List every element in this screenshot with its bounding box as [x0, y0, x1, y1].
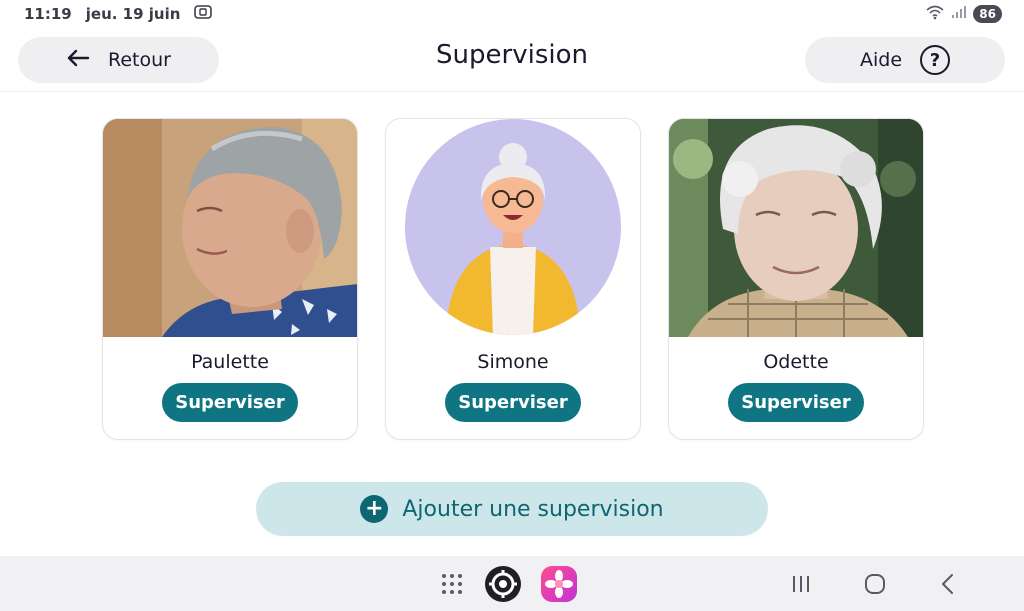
app-drawer-icon[interactable] — [440, 572, 464, 600]
supervise-button-paulette[interactable]: Superviser — [162, 383, 298, 422]
person-name: Odette — [763, 351, 829, 373]
battery-indicator: 86 — [973, 5, 1002, 23]
home-icon[interactable] — [864, 573, 886, 599]
help-label: Aide — [859, 49, 903, 71]
wifi-icon — [925, 4, 945, 24]
person-name: Paulette — [191, 351, 269, 373]
status-time: 11:19 — [24, 5, 72, 23]
supervise-button-odette[interactable]: Superviser — [728, 383, 864, 422]
add-supervision-button[interactable]: + Ajouter une supervision — [256, 482, 768, 536]
signal-icon — [951, 5, 967, 23]
paulette-photo — [103, 119, 357, 337]
odette-photo — [669, 119, 923, 337]
system-nav-bar — [0, 556, 1024, 611]
top-bar: Retour Supervision Aide ? — [0, 28, 1024, 92]
help-button[interactable]: Aide ? — [805, 37, 1005, 83]
person-name: Simone — [477, 351, 549, 373]
person-card-paulette: Paulette Superviser — [102, 118, 358, 440]
recents-icon[interactable] — [791, 574, 811, 598]
settings-app-icon[interactable] — [484, 565, 522, 607]
question-icon: ? — [920, 45, 951, 75]
back-icon[interactable] — [940, 573, 956, 599]
supervise-button-simone[interactable]: Superviser — [445, 383, 581, 422]
person-card-simone: Simone Superviser — [385, 118, 641, 440]
plus-icon: + — [360, 495, 389, 523]
status-date: jeu. 19 juin — [85, 5, 181, 23]
person-card-odette: Odette Superviser — [668, 118, 924, 440]
screenshot-icon — [194, 4, 213, 24]
gallery-app-icon[interactable] — [540, 565, 578, 607]
add-supervision-label: Ajouter une supervision — [402, 496, 664, 522]
simone-avatar — [386, 119, 640, 337]
status-bar: 11:19 jeu. 19 juin 86 — [0, 0, 1024, 28]
supervision-cards: Paulette Superviser Simone Superviser Od… — [102, 118, 924, 440]
